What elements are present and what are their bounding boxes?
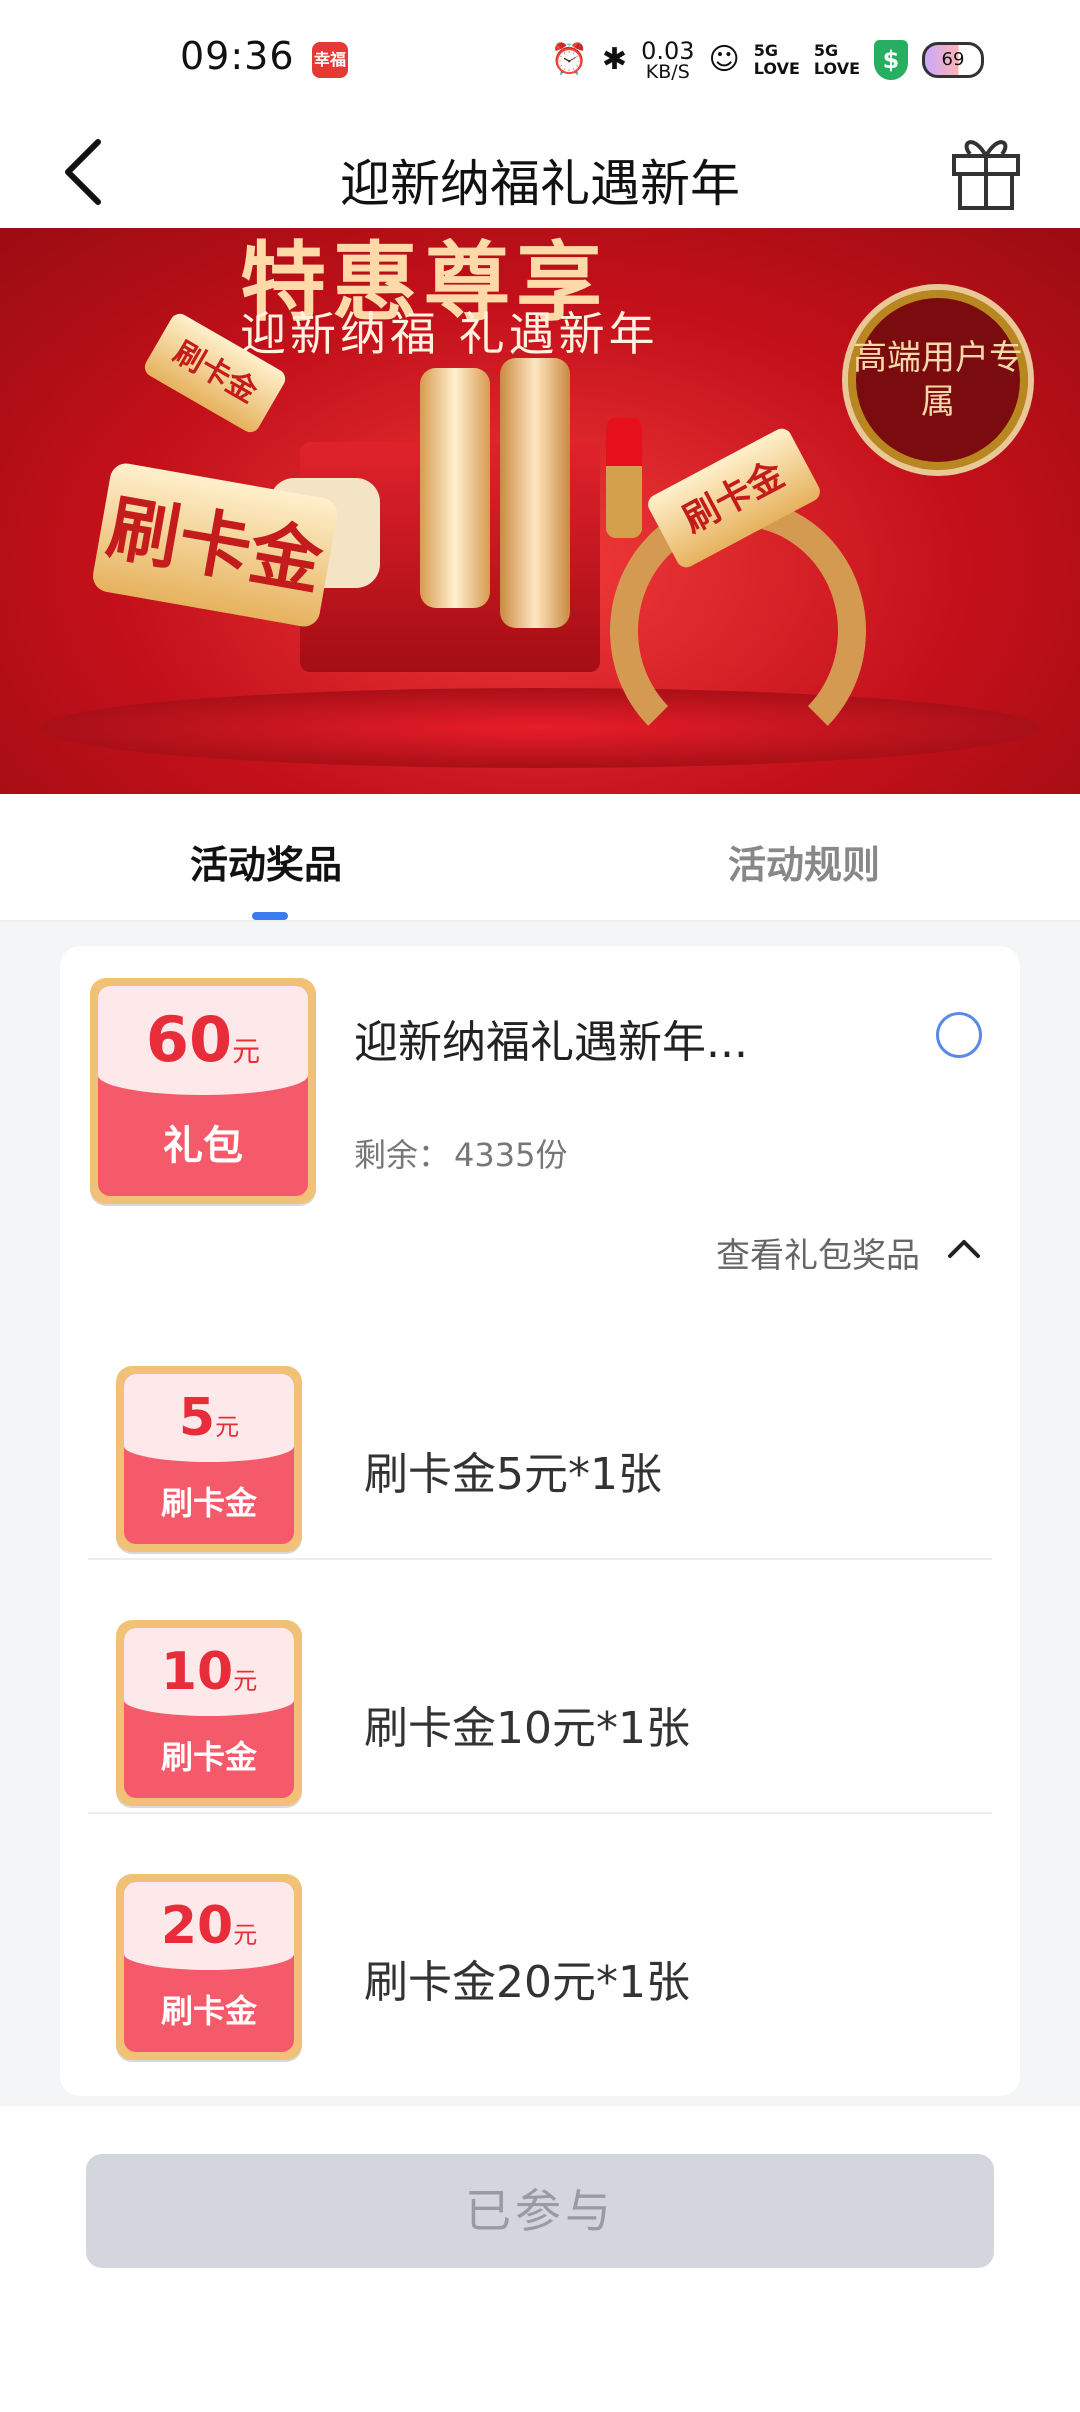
prize-item-20: 20元 刷卡金 刷卡金20元*1张 (88, 1832, 992, 2086)
promo-banner: 特惠尊享 迎新纳福 礼遇新年 刷卡金 刷卡金 刷卡金 高端用户专属 (0, 228, 1080, 794)
page-title: 迎新纳福礼遇新年 (340, 155, 740, 213)
divider (88, 1812, 992, 1814)
podium-decoration (40, 688, 1040, 768)
view-prizes-link[interactable]: 查看礼包奖品 (716, 1228, 920, 1277)
select-radio[interactable] (936, 1012, 982, 1058)
lipstick-image (606, 418, 642, 538)
status-bar: 09:36 幸福 ⏰ ✱ 0.03 KB/S ☺ 5G LOVE 5G LOVE… (0, 0, 1080, 116)
joined-button[interactable]: 已参与 (86, 2154, 994, 2268)
cosmetic-bottle-image (420, 368, 490, 608)
tab-rules[interactable]: 活动规则 (728, 834, 880, 889)
prize-label: 刷卡金10元*1张 (364, 1703, 690, 1754)
alarm-icon: ⏰ (550, 42, 588, 77)
nav-bar: 迎新纳福礼遇新年 (0, 116, 1080, 228)
vip-seal-badge: 高端用户专属 (842, 284, 1034, 476)
package-coupon-amount: 60元 (145, 1002, 261, 1076)
network-speed: 0.03 KB/S (641, 37, 695, 83)
package-remaining: 剩余： 4335份 (354, 1136, 568, 1174)
prize-card: 60元 礼包 迎新纳福礼遇新年... 剩余： 4335份 查看礼包奖品 5元 刷卡… (60, 946, 1020, 2096)
package-coupon: 60元 礼包 (90, 978, 316, 1204)
prize-item-5: 5元 刷卡金 刷卡金5元*1张 (88, 1324, 992, 1578)
prize-coupon-name: 刷卡金 (160, 1991, 257, 2030)
package-title: 迎新纳福礼遇新年... (354, 1017, 748, 1068)
prize-coupon-name: 刷卡金 (160, 1483, 257, 1522)
status-icons: ⏰ ✱ 0.03 KB/S ☺ 5G LOVE 5G LOVE $ 69 (551, 36, 984, 84)
prize-label: 刷卡金5元*1张 (364, 1449, 662, 1500)
app-notification-icon: 幸福 (312, 42, 348, 78)
package-coupon-name: 礼包 (163, 1122, 243, 1169)
cosmetic-bottle-image (500, 358, 570, 628)
status-time: 09:36 (180, 34, 295, 78)
cat-icon: ☺ (708, 42, 740, 77)
banner-subline: 迎新纳福 礼遇新年 (240, 307, 659, 361)
bluetooth-icon: ✱ (601, 42, 628, 77)
chevron-up-icon[interactable] (944, 1228, 984, 1268)
prize-item-10: 10元 刷卡金 刷卡金10元*1张 (88, 1578, 992, 1832)
tab-prizes[interactable]: 活动奖品 (190, 834, 342, 889)
tab-indicator (252, 912, 288, 920)
security-shield-icon: $ (874, 40, 908, 80)
gift-icon[interactable] (946, 128, 1026, 212)
divider (88, 1558, 992, 1560)
signal-2: 5G LOVE (813, 41, 860, 78)
bottom-bar: 已参与 (0, 2106, 1080, 2412)
prize-coupon-amount: 20元 (160, 1895, 258, 1956)
battery-icon: 69 (922, 42, 984, 78)
prize-label: 刷卡金20元*1张 (364, 1957, 690, 2008)
signal-1: 5G LOVE (753, 41, 800, 78)
prize-coupon: 5元 刷卡金 (116, 1366, 302, 1552)
prize-coupon: 10元 刷卡金 (116, 1620, 302, 1806)
prize-coupon-amount: 5元 (178, 1387, 240, 1448)
prize-coupon-name: 刷卡金 (160, 1737, 257, 1776)
tab-bar: 活动奖品 活动规则 (0, 794, 1080, 922)
prize-coupon: 20元 刷卡金 (116, 1874, 302, 2060)
prize-coupon-amount: 10元 (160, 1641, 258, 1702)
